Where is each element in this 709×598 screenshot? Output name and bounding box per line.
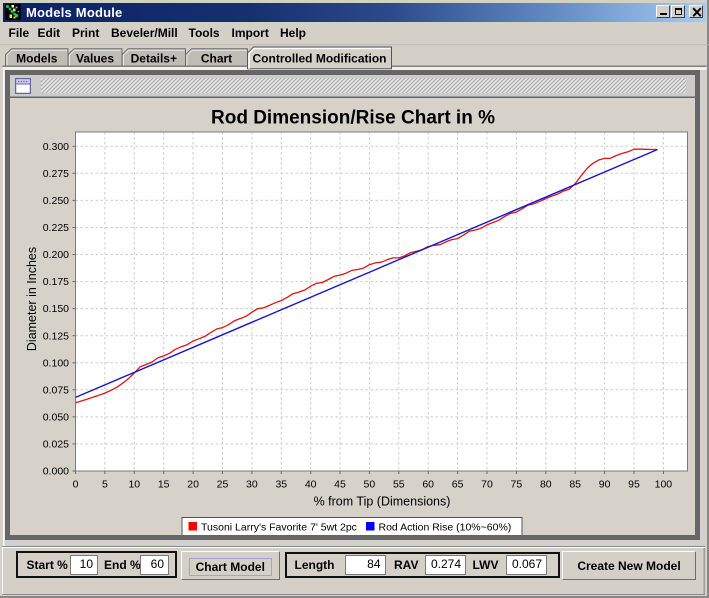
- svg-text:25: 25: [216, 478, 228, 490]
- svg-text:45: 45: [334, 478, 346, 490]
- svg-text:55: 55: [392, 478, 404, 490]
- svg-text:0.200: 0.200: [42, 249, 68, 261]
- svg-text:70: 70: [481, 478, 493, 490]
- svg-text:35: 35: [275, 478, 287, 490]
- svg-text:0.025: 0.025: [42, 438, 68, 450]
- svg-text:0.275: 0.275: [42, 167, 68, 179]
- svg-text:0.125: 0.125: [42, 330, 68, 342]
- svg-text:Controlled Modification: Controlled Modification: [253, 52, 387, 66]
- svg-text:Chart: Chart: [201, 52, 232, 66]
- svg-text:10: 10: [128, 478, 140, 490]
- svg-text:15: 15: [157, 478, 169, 490]
- svg-text:100: 100: [654, 478, 672, 490]
- svg-text:95: 95: [628, 478, 640, 490]
- svg-text:75: 75: [510, 478, 522, 490]
- svg-text:Values: Values: [76, 52, 114, 66]
- svg-text:90: 90: [598, 478, 610, 490]
- svg-text:Tusoni Larry's Favorite 7' 5wt: Tusoni Larry's Favorite 7' 5wt 2pc: [201, 521, 357, 533]
- svg-text:0.100: 0.100: [42, 357, 68, 369]
- svg-text:0.250: 0.250: [42, 195, 68, 207]
- svg-text:20: 20: [187, 478, 199, 490]
- svg-text:0: 0: [72, 478, 78, 490]
- svg-text:% from Tip (Dimensions): % from Tip (Dimensions): [313, 494, 450, 508]
- svg-text:60: 60: [422, 478, 434, 490]
- svg-text:0.175: 0.175: [42, 276, 68, 288]
- svg-text:50: 50: [363, 478, 375, 490]
- svg-text:0.300: 0.300: [42, 140, 68, 152]
- svg-text:5: 5: [101, 478, 107, 490]
- svg-text:0.150: 0.150: [42, 303, 68, 315]
- svg-text:Models: Models: [16, 52, 58, 66]
- svg-text:Details+: Details+: [131, 52, 177, 66]
- svg-text:0.075: 0.075: [42, 384, 68, 396]
- svg-text:85: 85: [569, 478, 581, 490]
- svg-text:0.000: 0.000: [42, 465, 68, 477]
- svg-text:30: 30: [246, 478, 258, 490]
- svg-text:0.050: 0.050: [42, 411, 68, 423]
- svg-text:0.225: 0.225: [42, 222, 68, 234]
- svg-text:Diameter in Inches: Diameter in Inches: [25, 246, 39, 350]
- svg-text:65: 65: [451, 478, 463, 490]
- svg-text:Rod Dimension/Rise Chart in %: Rod Dimension/Rise Chart in %: [211, 107, 495, 128]
- svg-text:80: 80: [539, 478, 551, 490]
- svg-text:40: 40: [304, 478, 316, 490]
- svg-text:Rod Action Rise (10%~60%): Rod Action Rise (10%~60%): [378, 521, 511, 533]
